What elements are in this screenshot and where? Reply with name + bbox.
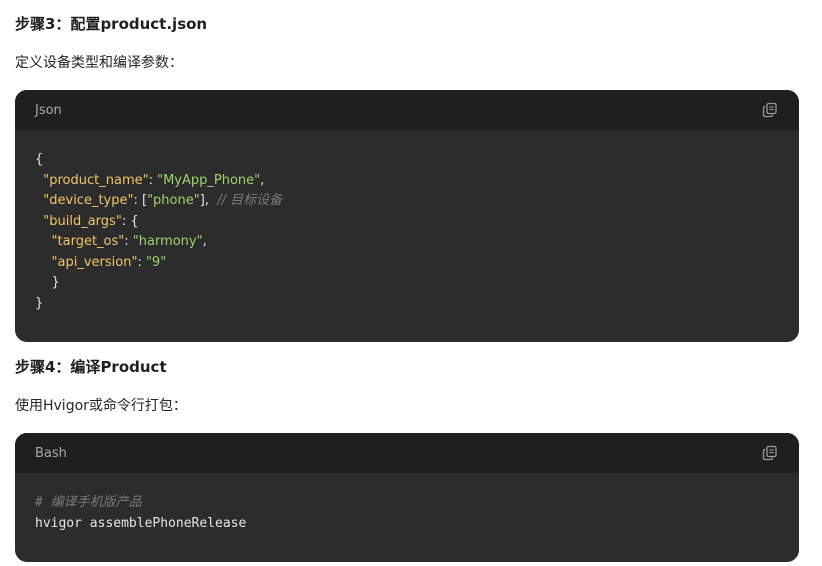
bash-code-block: Bash # 编译手机版产品 hvigor assemblePhoneReleas… — [15, 433, 799, 562]
code-line: "product_name": "MyApp_Phone", — [35, 171, 779, 192]
shell-command: hvigor assemblePhoneRelease — [35, 515, 247, 531]
json-code-content: { "product_name": "MyApp_Phone", "device… — [15, 130, 799, 314]
code-token: : { — [121, 213, 139, 229]
code-line: "device_type": ["phone"], // 目标设备 — [35, 191, 779, 212]
code-block-header: Json — [15, 90, 799, 130]
json-key: "build_args" — [43, 213, 122, 229]
code-line: "api_version": "9" — [35, 253, 779, 274]
code-comment: # 编译手机版产品 — [35, 495, 142, 510]
json-key: "device_type" — [43, 193, 134, 208]
step4-heading: 步骤4：编译Product — [15, 358, 167, 376]
json-string: "phone" — [147, 193, 200, 208]
code-token: : — [124, 234, 133, 249]
code-language-label: Bash — [35, 445, 67, 461]
json-code-block: Json { "product_name": "MyApp_Phone", "d… — [15, 90, 799, 342]
code-line: # 编译手机版产品 — [35, 493, 779, 514]
copy-icon — [762, 445, 777, 461]
code-line: "build_args": { — [35, 212, 779, 233]
json-key: "api_version" — [51, 254, 138, 270]
code-line: "target_os": "harmony", — [35, 232, 779, 253]
copy-button[interactable] — [761, 444, 779, 462]
json-string: "MyApp_Phone" — [157, 172, 261, 188]
code-token: , — [202, 234, 207, 249]
code-token: : — [137, 254, 146, 270]
json-string: "9" — [145, 254, 167, 270]
copy-button[interactable] — [761, 101, 779, 119]
code-line: { — [35, 150, 779, 171]
code-block-header: Bash — [15, 433, 799, 473]
code-line: hvigor assemblePhoneRelease — [35, 514, 779, 535]
copy-icon — [762, 102, 777, 118]
code-line: } — [35, 294, 779, 315]
code-token: { — [35, 152, 44, 167]
json-key: "product_name" — [43, 172, 149, 188]
code-token: , — [260, 172, 265, 188]
json-key: "target_os" — [51, 234, 125, 249]
code-token: : [ — [133, 193, 148, 208]
bash-code-content: # 编译手机版产品 hvigor assemblePhoneRelease — [15, 473, 799, 534]
json-string: "harmony" — [132, 234, 203, 249]
code-line: } — [35, 273, 779, 294]
code-comment: // 目标设备 — [217, 193, 283, 208]
code-token: ], — [199, 193, 209, 208]
code-token: } — [51, 275, 60, 290]
code-language-label: Json — [35, 102, 62, 118]
code-token: : — [148, 172, 158, 188]
step4-description: 使用Hvigor或命令行打包： — [15, 398, 187, 414]
step3-description: 定义设备类型和编译参数： — [15, 55, 183, 71]
code-token: } — [35, 295, 44, 311]
step3-heading: 步骤3：配置product.json — [15, 15, 208, 33]
